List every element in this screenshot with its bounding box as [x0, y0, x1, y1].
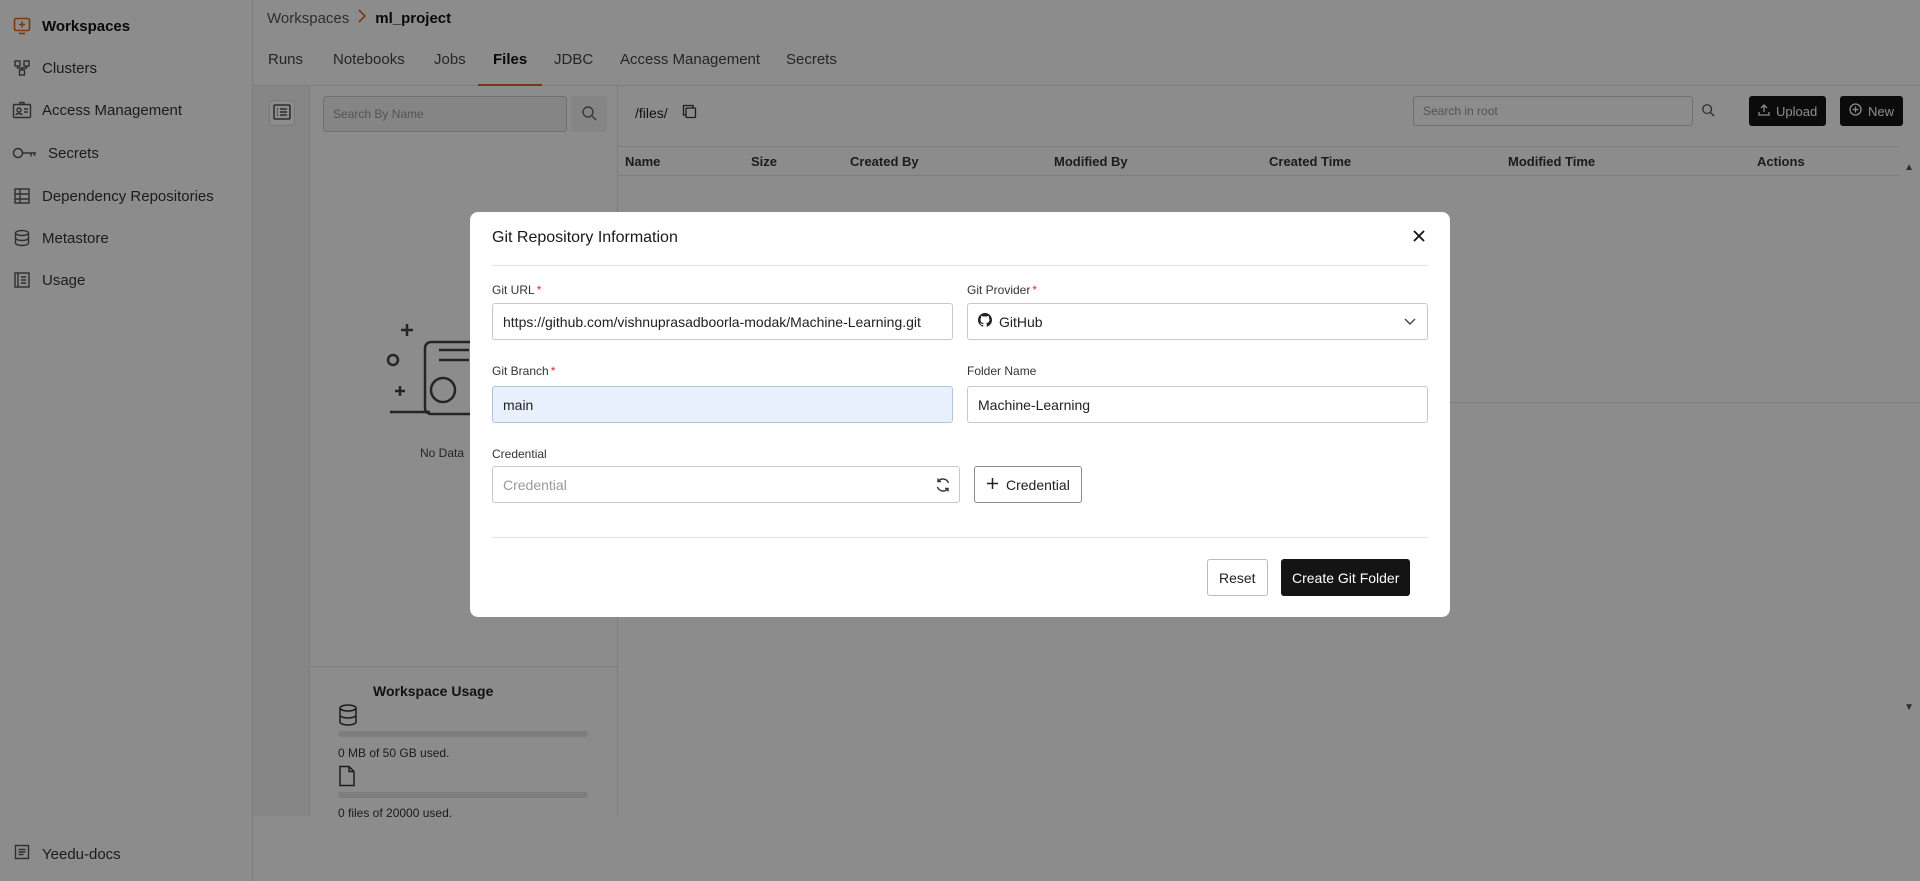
git-url-value: https://github.com/vishnuprasadboorla-mo…: [503, 313, 921, 330]
git-url-label: Git URL *: [492, 283, 542, 297]
git-branch-label: Git Branch *: [492, 364, 556, 378]
reset-button[interactable]: Reset: [1207, 559, 1268, 596]
folder-name-input[interactable]: Machine-Learning: [967, 386, 1428, 423]
git-url-input[interactable]: https://github.com/vishnuprasadboorla-mo…: [492, 303, 953, 340]
github-icon: [978, 313, 992, 330]
refresh-icon[interactable]: [935, 477, 951, 496]
dialog-title: Git Repository Information: [492, 229, 678, 246]
git-branch-label-text: Git Branch: [492, 364, 549, 378]
chevron-down-icon: [1403, 314, 1417, 331]
dialog-divider-bottom: [492, 537, 1428, 538]
add-credential-label: Credential: [1006, 476, 1070, 493]
credential-placeholder: Credential: [503, 476, 567, 493]
reset-label: Reset: [1219, 569, 1256, 586]
git-branch-value: main: [503, 396, 534, 413]
git-provider-select[interactable]: GitHub: [967, 303, 1428, 340]
plus-icon: [986, 477, 999, 493]
git-provider-value: GitHub: [999, 313, 1043, 330]
folder-name-value: Machine-Learning: [978, 396, 1091, 413]
close-icon: [1412, 229, 1426, 246]
dialog-divider-top: [492, 265, 1428, 266]
folder-name-label: Folder Name: [967, 364, 1037, 378]
close-button[interactable]: [1408, 226, 1430, 248]
create-git-folder-button[interactable]: Create Git Folder: [1281, 559, 1411, 596]
add-credential-button[interactable]: Credential: [974, 466, 1082, 503]
git-provider-label: Git Provider *: [967, 283, 1038, 297]
create-git-folder-label: Create Git Folder: [1292, 569, 1400, 586]
git-provider-label-text: Git Provider: [967, 283, 1031, 297]
git-repository-dialog: Git Repository Information Git URL * http…: [470, 212, 1450, 617]
credential-label: Credential: [492, 447, 547, 461]
git-url-label-text: Git URL: [492, 283, 535, 297]
credential-select[interactable]: Credential: [492, 466, 960, 503]
git-branch-input[interactable]: main: [492, 386, 953, 423]
